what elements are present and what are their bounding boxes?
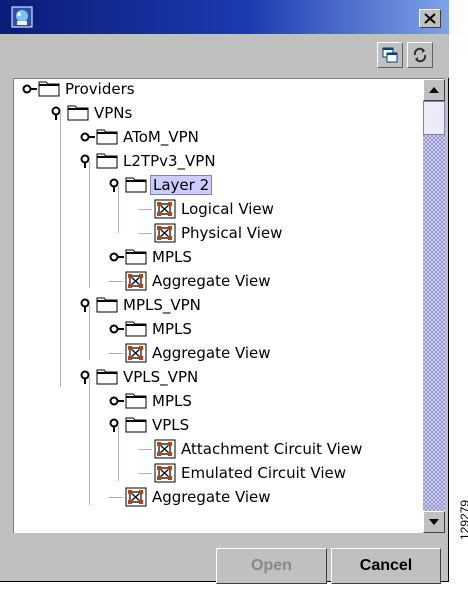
folder-icon (38, 79, 60, 99)
tree-item[interactable]: Aggregate View (109, 269, 273, 293)
folder-icon (96, 295, 118, 315)
scroll-up-button[interactable] (423, 79, 445, 101)
tree-connector-line (89, 377, 90, 505)
topology-view-icon (125, 271, 147, 291)
arrow-down-icon (429, 519, 439, 525)
collapse-toggle-icon[interactable] (51, 106, 67, 120)
tree-item-label: Aggregate View (152, 488, 271, 506)
tree-item-label: L2TPv3_VPN (123, 152, 216, 170)
folder-icon (125, 175, 147, 195)
cancel-button[interactable]: Cancel (331, 548, 441, 584)
close-icon (424, 13, 436, 24)
tree-item[interactable]: MPLS (109, 245, 194, 269)
tree-item-label: MPLS_VPN (123, 296, 201, 314)
tree-item-label: VPLS (152, 416, 190, 434)
arrow-up-icon (429, 87, 439, 93)
expand-toggle-icon[interactable] (22, 82, 38, 96)
tree-item-label: Aggregate View (152, 272, 271, 290)
tree-item-label: Physical View (181, 224, 283, 242)
scroll-track[interactable] (423, 101, 445, 511)
collapse-toggle-icon[interactable] (80, 370, 96, 384)
vpn-browser-dialog: Providers VPNs AToM_VPN L2TPv3_VPN Layer 2 Lo… (0, 0, 449, 584)
tree-item[interactable]: Physical View (138, 221, 284, 245)
folder-icon (125, 391, 147, 411)
close-button[interactable] (419, 9, 441, 28)
tree-connector-line (138, 208, 152, 210)
open-button[interactable]: Open (216, 548, 327, 584)
folder-icon (96, 127, 118, 147)
expand-toggle-icon[interactable] (80, 130, 96, 144)
tree-item-label: Attachment Circuit View (181, 440, 363, 458)
tree-item-label: AToM_VPN (123, 128, 199, 146)
topology-view-icon (154, 463, 176, 483)
tree-connector-line (109, 352, 123, 354)
tree-item[interactable]: Logical View (138, 197, 276, 221)
topology-view-icon (125, 343, 147, 363)
refresh-button[interactable] (407, 42, 433, 68)
collapse-toggle-icon[interactable] (109, 418, 125, 432)
tree-connector-line (138, 472, 152, 474)
tree-connector-line (138, 448, 152, 450)
tree-item[interactable]: MPLS_VPN (80, 293, 203, 317)
folder-icon (125, 319, 147, 339)
tree-item-label: MPLS (152, 248, 192, 266)
refresh-icon (413, 47, 427, 63)
tree-item-label: Emulated Circuit View (181, 464, 346, 482)
restore-windows-button[interactable] (377, 42, 403, 68)
vertical-scrollbar[interactable] (423, 78, 445, 533)
tree-item-label: Logical View (181, 200, 274, 218)
tree-connector-line (89, 161, 90, 288)
tree-item[interactable]: Aggregate View (109, 485, 273, 509)
tree-item[interactable]: Providers (22, 79, 137, 101)
topology-view-icon (125, 487, 147, 507)
tree-item[interactable]: VPNs (51, 101, 134, 125)
tree-item[interactable]: Layer 2 (109, 173, 213, 197)
folder-icon (125, 247, 147, 267)
tree-item[interactable]: MPLS (109, 317, 194, 341)
tree-connector-line (109, 496, 123, 498)
tree-item-label: VPLS_VPN (123, 368, 199, 386)
title-bar[interactable] (0, 0, 449, 34)
folder-icon (96, 151, 118, 171)
tree-connector-line (60, 113, 61, 387)
vpn-tree[interactable]: Providers VPNs AToM_VPN L2TPv3_VPN Layer 2 Lo… (13, 78, 424, 533)
scroll-down-button[interactable] (423, 511, 445, 533)
tree-connector-line (109, 280, 123, 282)
tree-item-label: Providers (65, 80, 135, 98)
collapse-toggle-icon[interactable] (80, 154, 96, 168)
collapse-toggle-icon[interactable] (109, 178, 125, 192)
tree-item[interactable]: VPLS_VPN (80, 365, 200, 389)
tree-item-label: Aggregate View (152, 344, 271, 362)
tree-item[interactable]: Emulated Circuit View (138, 461, 348, 485)
expand-toggle-icon[interactable] (109, 394, 125, 408)
tree-item-label: Layer 2 (150, 175, 213, 195)
tree-connector-line (138, 232, 152, 234)
tree-item[interactable]: VPLS (109, 413, 191, 437)
tree-item-label: VPNs (94, 104, 133, 122)
expand-toggle-icon[interactable] (109, 250, 125, 264)
tree-item[interactable]: L2TPv3_VPN (80, 149, 218, 173)
folder-icon (125, 415, 147, 435)
folder-icon (96, 367, 118, 387)
tree-item[interactable]: MPLS (109, 389, 194, 413)
topology-view-icon (154, 199, 176, 219)
tree-item[interactable]: Attachment Circuit View (138, 437, 364, 461)
folder-icon (67, 103, 89, 123)
tree-item[interactable]: AToM_VPN (80, 125, 201, 149)
network-app-icon (11, 6, 33, 28)
collapse-toggle-icon[interactable] (80, 298, 96, 312)
expand-toggle-icon[interactable] (109, 322, 125, 336)
tree-item[interactable]: Aggregate View (109, 341, 273, 365)
restore-windows-icon (382, 47, 398, 63)
topology-view-icon (154, 439, 176, 459)
tree-item-label: MPLS (152, 392, 192, 410)
toolbar (0, 34, 449, 78)
figure-number: 129279 (458, 499, 468, 540)
scroll-thumb[interactable] (423, 101, 445, 135)
tree-item-label: MPLS (152, 320, 192, 338)
topology-view-icon (154, 223, 176, 243)
